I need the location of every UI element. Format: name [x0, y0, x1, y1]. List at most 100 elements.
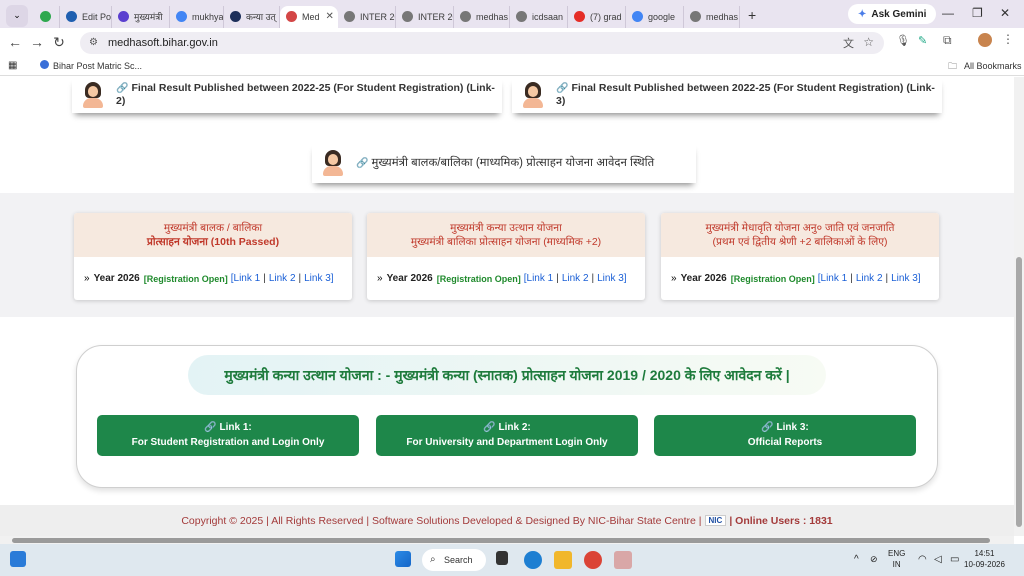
wifi-icon[interactable]: ◠: [918, 554, 927, 565]
address-bar[interactable]: ⚙ medhasoft.bihar.gov.in 文 ☆: [80, 32, 884, 54]
all-bookmarks[interactable]: All Bookmarks: [964, 61, 1022, 71]
bookmark-item[interactable]: Bihar Post Matric Sc...: [53, 61, 142, 71]
link2-university-button[interactable]: 🔗 Link 2: For University and Department …: [376, 415, 638, 456]
link-icon: 🔗: [761, 422, 774, 433]
browser-tab[interactable]: मुख्यमंत्री: [112, 5, 170, 28]
browser-tab[interactable]: (7) grad: [568, 5, 626, 28]
avatar[interactable]: [978, 33, 992, 47]
site-icon: [118, 11, 129, 22]
tab-label: (7) grad: [590, 11, 622, 22]
tab-label: कन्या उत्: [246, 12, 276, 22]
clock[interactable]: 14:51 10-09-2026: [964, 548, 1005, 570]
close-window-button[interactable]: ✕: [1000, 6, 1010, 20]
edge-icon[interactable]: [524, 551, 542, 569]
button-head: Link 1:: [219, 422, 252, 433]
vertical-scrollbar[interactable]: [1014, 77, 1024, 536]
url-text: medhasoft.bihar.gov.in: [108, 37, 218, 49]
arrow-right-icon: →: [30, 34, 44, 50]
browser-tab[interactable]: google: [626, 5, 684, 28]
scheme-title-line1: मुख्यमंत्री बालक / बालिका: [163, 222, 263, 234]
scheme-link-3[interactable]: Link 3]: [304, 273, 333, 284]
scheme-link-1[interactable]: [Link 1: [524, 273, 553, 284]
apps-icon[interactable]: ▦: [8, 60, 17, 71]
link-icon: 🔗: [356, 157, 369, 169]
browser-tab[interactable]: INTER 20: [338, 5, 396, 28]
scheme-link-2[interactable]: Link 2: [269, 273, 296, 284]
task-view-icon[interactable]: [496, 551, 508, 565]
browser-tab[interactable]: Edit Post: [60, 5, 112, 28]
scheme-link-2[interactable]: Link 2: [562, 273, 589, 284]
browser-tab[interactable]: icdsaan: [510, 5, 568, 28]
application-status-card[interactable]: 🔗 मुख्यमंत्री बालक/बालिका (माध्यमिक) प्रो…: [312, 143, 696, 183]
chrome-icon[interactable]: [584, 551, 602, 569]
tab-label: Edit Post: [82, 11, 112, 22]
puzzle-icon[interactable]: ⧉: [943, 33, 952, 48]
link-icon: 🔗: [556, 83, 569, 94]
site-info-icon[interactable]: ⚙: [89, 37, 101, 49]
volume-icon[interactable]: ◁: [934, 554, 942, 565]
windows-start-icon[interactable]: [395, 551, 411, 567]
star-icon[interactable]: ☆: [863, 35, 874, 49]
scheme-title-line1: मुख्यमंत्री मेधावृति योजना अनु० जाति एवं…: [705, 222, 895, 234]
forward-button[interactable]: →: [26, 34, 48, 50]
tab-label: INTER 20: [360, 11, 396, 22]
registration-badge: [Registration Open]: [730, 273, 815, 284]
browser-tab[interactable]: INTER 20: [396, 5, 454, 28]
scheme-title-line2: (प्रथम एवं द्वितीय श्रेणी +2 बालिकाओं के…: [712, 236, 888, 248]
chevron-up-icon[interactable]: ^: [854, 554, 859, 565]
scrollbar-thumb[interactable]: [12, 538, 990, 543]
scheme-link-1[interactable]: [Link 1: [818, 273, 847, 284]
close-tab-icon[interactable]: ✕: [326, 11, 334, 22]
browser-tab[interactable]: Med ✕: [280, 5, 338, 28]
chevron-down-icon: ⌄: [13, 10, 21, 20]
mic-icon[interactable]: 🎙: [896, 34, 910, 47]
tab-label: मुख्यमंत्री: [134, 12, 163, 22]
browser-tab[interactable]: medhas: [454, 5, 510, 28]
result-link2-card[interactable]: 🔗 Final Result Published between 2022-25 …: [72, 77, 502, 113]
student-avatar-icon: [322, 150, 344, 176]
network-off-icon[interactable]: ⊘: [870, 554, 878, 565]
widgets-icon[interactable]: [10, 551, 26, 567]
link1-student-button[interactable]: 🔗 Link 1: For Student Registration and L…: [97, 415, 359, 456]
language-indicator[interactable]: ENG IN: [888, 548, 905, 570]
file-explorer-icon[interactable]: [554, 551, 572, 569]
horizontal-scrollbar[interactable]: [0, 536, 1014, 544]
scheme-title-line2: मुख्यमंत्री बालिका प्रोत्साहन योजना (माध…: [410, 236, 602, 248]
bookmarks-bar: ▦ Bihar Post Matric Sc... 🗀 All Bookmark…: [0, 56, 1024, 76]
link3-reports-button[interactable]: 🔗 Link 3: Official Reports: [654, 415, 916, 456]
taskbar-search[interactable]: ⌕ Search: [422, 549, 486, 571]
ask-gemini-button[interactable]: ✦ Ask Gemini: [848, 4, 937, 24]
scheme-link-1[interactable]: [Link 1: [231, 273, 260, 284]
tab-label: medhas: [706, 11, 739, 22]
extension-icon[interactable]: ✎: [918, 34, 927, 47]
scheme-link-2[interactable]: Link 2: [856, 273, 883, 284]
app-icon[interactable]: [614, 551, 632, 569]
reload-button[interactable]: ↻: [48, 34, 70, 51]
link-icon: 🔗: [116, 83, 129, 94]
scheme-link-3[interactable]: Link 3]: [597, 273, 626, 284]
region-code: IN: [892, 560, 901, 569]
ask-gemini-label: Ask Gemini: [871, 8, 927, 20]
scheme-link-3[interactable]: Link 3]: [891, 273, 920, 284]
minimize-button[interactable]: —: [942, 6, 954, 20]
extension-icon: [40, 11, 51, 22]
registration-badge: [Registration Open]: [143, 273, 228, 284]
translate-icon[interactable]: 文: [843, 35, 854, 51]
scrollbar-thumb[interactable]: [1016, 257, 1022, 527]
browser-tab[interactable]: medhas: [684, 5, 740, 28]
back-button[interactable]: ←: [4, 34, 26, 50]
result-link3-card[interactable]: 🔗 Final Result Published between 2022-25 …: [512, 77, 942, 113]
tab-label: icdsaan: [532, 11, 564, 22]
browser-tab[interactable]: mukhya: [170, 5, 224, 28]
new-tab-button[interactable]: +: [748, 7, 756, 23]
tab-label: Med: [302, 11, 320, 22]
link-icon: 🔗: [204, 422, 217, 433]
student-avatar-icon: [522, 82, 544, 108]
globe-icon: [460, 11, 471, 22]
browser-tab[interactable]: [34, 5, 60, 28]
tab-search-button[interactable]: ⌄: [6, 4, 28, 27]
battery-icon[interactable]: ▭: [950, 554, 959, 565]
browser-tab[interactable]: कन्या उत्: [224, 5, 280, 28]
menu-icon[interactable]: ⋮: [1002, 32, 1014, 46]
restore-button[interactable]: ❐: [972, 6, 983, 20]
